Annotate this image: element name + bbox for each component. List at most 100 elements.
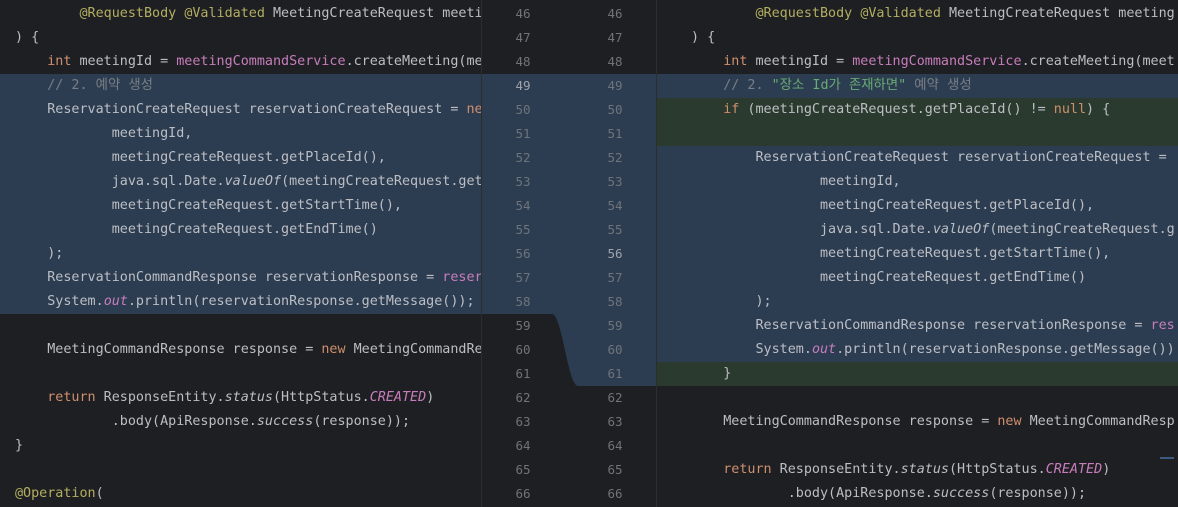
code-line[interactable]: meetingId, [657,170,1178,194]
code-line[interactable] [0,314,481,338]
code-token: valueOf [224,174,282,189]
code-token: (meetingCreateRequest.get [281,174,481,189]
code-line[interactable]: } [657,362,1178,386]
code-token: MeetingCreateRequest meeti [264,6,481,21]
code-line[interactable]: ReservationCommandResponse reservationRe… [0,266,481,290]
code-line[interactable] [0,458,481,482]
code-token: @Operation [15,486,96,501]
code-line[interactable]: @Operation( [0,482,481,506]
code-line[interactable]: } [0,434,481,458]
line-number: 50 [607,102,623,117]
code-line[interactable]: ); [0,242,481,266]
code-line[interactable]: if (meetingCreateRequest.getPlaceId() !=… [657,98,1178,122]
code-line[interactable]: System.out.println(reservationResponse.g… [657,338,1178,362]
code-token: ReservationCommandResponse reservationRe… [755,318,1151,333]
line-number: 53 [515,174,531,189]
code-token: CREATED [369,390,427,405]
code-line[interactable]: meetingCreateRequest.getEndTime() [0,218,481,242]
line-number: 55 [607,222,623,237]
line-number: 66 [607,486,623,501]
code-line[interactable]: meetingCreateRequest.getPlaceId(), [0,146,481,170]
line-number: 62 [607,390,623,405]
code-line[interactable] [657,122,1178,146]
code-text: meetingId, [15,122,193,146]
code-line[interactable]: meetingCreateRequest.getEndTime() [657,266,1178,290]
code-line[interactable]: meetingCreateRequest.getPlaceId(), [657,194,1178,218]
code-text: ReservationCommandResponse reservationRe… [15,266,481,290]
code-token: meetingCreateRequest.getEndTime() [820,270,1087,285]
code-line[interactable]: ReservationCreateRequest reservationCrea… [657,146,1178,170]
code-line[interactable]: // 2. 예약 생성 [0,74,481,98]
code-text: ); [691,290,772,314]
code-token: } [15,438,24,453]
code-line[interactable]: MeetingCommandResponse response = new Me… [0,338,481,362]
code-token: meetingCreateRequest.getPlaceId(), [111,150,386,165]
line-number: 65 [515,462,531,477]
code-line[interactable] [0,362,481,386]
code-line[interactable]: ) { [657,26,1178,50]
line-number: 57 [607,270,623,285]
code-line[interactable]: int meetingId = meetingCommandService.cr… [0,50,481,74]
code-token: MeetingCreateRequest meeting [940,6,1175,21]
line-number: 54 [515,198,531,213]
code-token: out [103,294,128,309]
code-token: reser [442,270,481,285]
code-token: res [1150,318,1175,333]
code-text: return ResponseEntity.status(HttpStatus.… [15,386,434,410]
code-line[interactable]: return ResponseEntity.status(HttpStatus.… [657,458,1178,482]
code-text: .body(ApiResponse.success(response)); [15,410,410,434]
code-line[interactable]: ReservationCreateRequest reservationCrea… [0,98,481,122]
code-line[interactable]: meetingCreateRequest.getStartTime(), [0,194,481,218]
code-line[interactable]: ) { [0,26,481,50]
code-line[interactable]: ); [657,290,1178,314]
code-line[interactable]: .body(ApiResponse.success(response)); [0,410,481,434]
code-line[interactable]: java.sql.Date.valueOf(meetingCreateReque… [657,218,1178,242]
code-text: java.sql.Date.valueOf(meetingCreateReque… [15,170,481,194]
line-number: 60 [607,342,623,357]
code-token: } [723,366,732,381]
code-line[interactable]: meetingId, [0,122,481,146]
code-line[interactable] [657,386,1178,410]
line-number: 57 [515,270,531,285]
code-line[interactable]: // 2. "장소 Id가 존재하면" 예약 생성 [657,74,1178,98]
code-line[interactable]: return ResponseEntity.status(HttpStatus.… [0,386,481,410]
code-line[interactable]: .body(ApiResponse.success(response)); [657,482,1178,506]
right-editor-pane[interactable]: @RequestBody @Validated MeetingCreateReq… [657,0,1178,507]
code-text: meetingCreateRequest.getPlaceId(), [15,146,386,170]
code-line[interactable]: MeetingCommandResponse response = new Me… [657,410,1178,434]
code-token: ReservationCreateRequest reservationCrea… [755,150,1167,165]
code-text: meetingCreateRequest.getStartTime(), [691,242,1110,266]
left-editor-pane[interactable]: @RequestBody @Validated MeetingCreateReq… [0,0,481,507]
line-number: 49 [515,78,531,93]
code-line[interactable] [657,434,1178,458]
code-line[interactable]: ReservationCommandResponse reservationRe… [657,314,1178,338]
code-line[interactable]: java.sql.Date.valueOf(meetingCreateReque… [0,170,481,194]
code-text: return ResponseEntity.status(HttpStatus.… [691,458,1110,482]
code-token: meetingCreateRequest.getStartTime(), [820,246,1111,261]
code-line[interactable]: System.out.println(reservationResponse.g… [0,290,481,314]
code-line[interactable]: int meetingId = meetingCommandService.cr… [657,50,1178,74]
code-line[interactable]: meetingCreateRequest.getStartTime(), [657,242,1178,266]
line-number: 47 [515,30,531,45]
code-line[interactable]: @RequestBody @Validated MeetingCreateReq… [0,2,482,26]
line-number: 65 [607,462,623,477]
line-number: 61 [515,366,531,381]
code-token: (meetingCreateRequest.getPlaceId() != [739,102,1054,117]
code-line[interactable]: @RequestBody @Validated MeetingCreateReq… [657,2,1178,26]
code-text: } [15,434,23,458]
code-token: ne [466,102,481,117]
code-text: java.sql.Date.valueOf(meetingCreateReque… [691,218,1175,242]
code-text: System.out.println(reservationResponse.g… [15,290,474,314]
